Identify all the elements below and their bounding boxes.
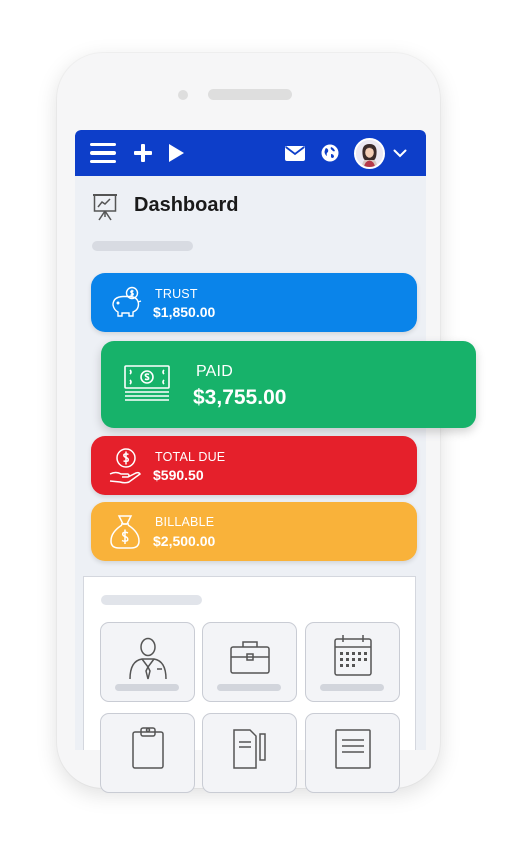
calendar-icon [334,635,372,676]
chevron-down-icon[interactable] [392,130,408,176]
paid-card[interactable]: PAID $3,755.00 [101,341,476,428]
money-bag-icon [108,513,142,556]
billable-value: $2,500.00 [153,533,216,549]
skeleton-placeholder [101,595,202,605]
camera-dot [178,90,188,100]
shortcut-tile-tasks[interactable] [100,713,195,793]
shortcut-tile-notes[interactable] [305,713,400,793]
menu-icon[interactable] [90,130,116,176]
shortcut-tile-matters[interactable] [202,622,297,702]
shortcut-tile-calendar[interactable] [305,622,400,702]
page-title: Dashboard [134,194,239,216]
avatar[interactable] [354,138,385,169]
briefcase-icon [230,641,270,674]
total-due-label: TOTAL DUE [155,450,226,464]
shortcuts-panel [83,576,416,793]
total-due-card[interactable]: TOTAL DUE $590.50 [91,436,417,495]
play-icon[interactable] [166,130,186,176]
total-due-value: $590.50 [153,467,204,483]
shortcut-tile-documents[interactable] [202,713,297,793]
paid-value: $3,755.00 [193,386,287,409]
documents-icon [233,729,266,769]
clipboard-icon [132,727,164,769]
trust-label: TRUST [155,287,198,301]
speaker-slot [208,89,292,100]
presentation-chart-icon [90,192,120,222]
piggy-bank-icon [108,285,144,326]
trust-value: $1,850.00 [153,304,216,320]
globe-icon[interactable] [320,130,340,176]
trust-card[interactable]: TRUST $1,850.00 [91,273,417,332]
cash-icon [124,365,170,410]
paid-label: PAID [196,363,233,380]
skeleton-placeholder [92,241,193,251]
note-icon [335,729,371,769]
tile-label-placeholder [115,684,179,691]
mail-icon[interactable] [284,130,306,176]
top-app-bar [75,130,426,176]
user-icon [129,637,167,680]
hand-coin-icon [108,447,144,490]
tile-label-placeholder [217,684,281,691]
tile-label-placeholder [320,684,384,691]
billable-label: BILLABLE [155,515,215,529]
billable-card[interactable]: BILLABLE $2,500.00 [91,502,417,561]
plus-icon[interactable] [133,130,153,176]
shortcut-tile-contacts[interactable] [100,622,195,702]
